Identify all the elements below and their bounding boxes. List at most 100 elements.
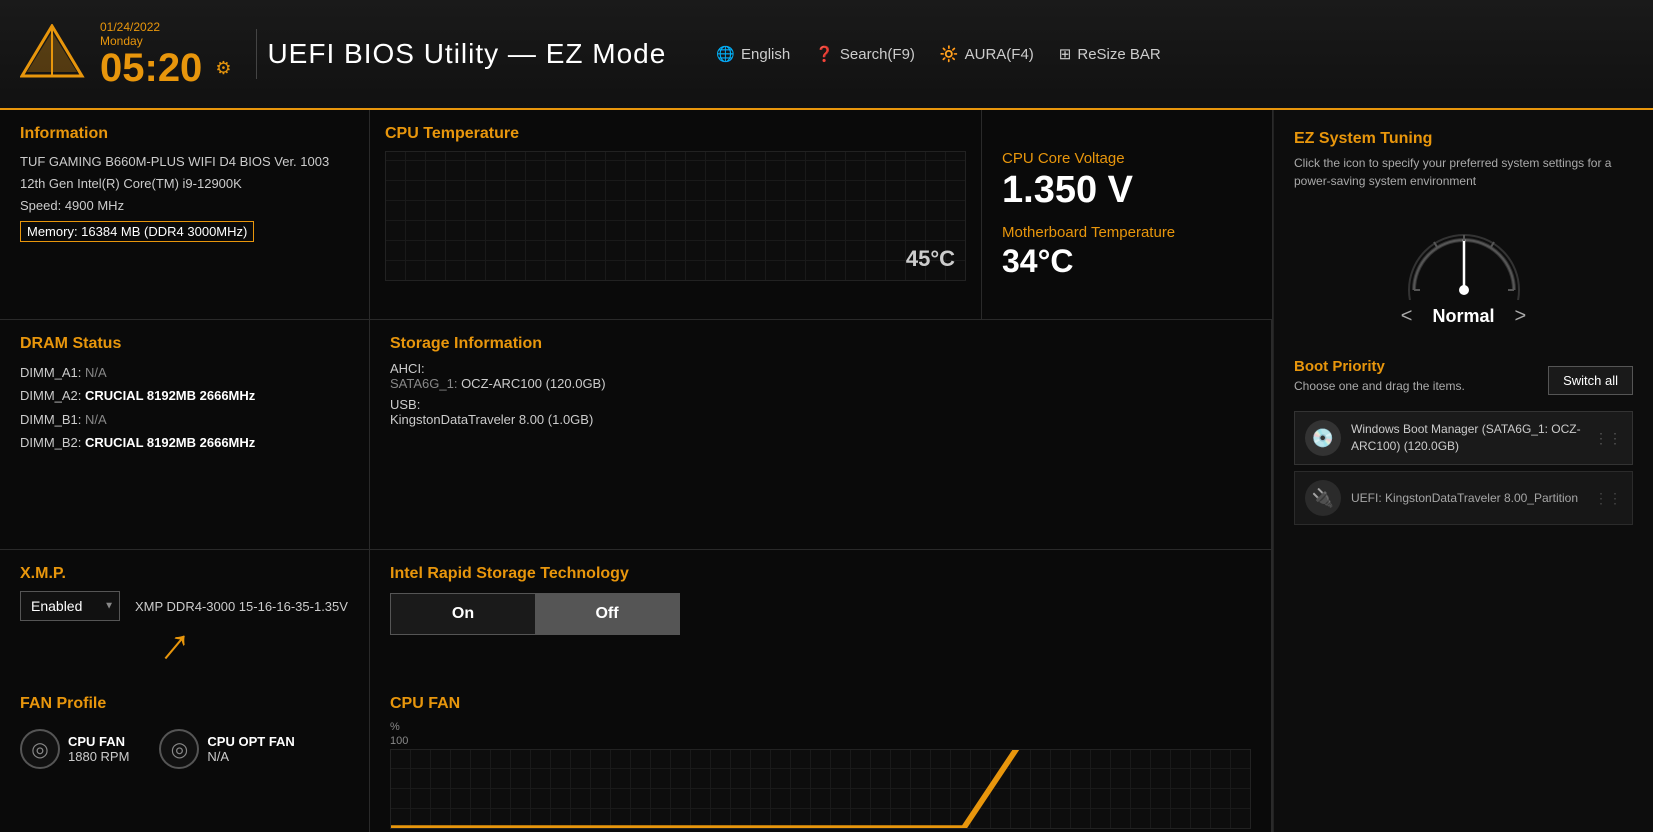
- mb-temp-value: 34°C: [1002, 243, 1252, 280]
- cpu-opt-fan-name: CPU OPT FAN: [207, 734, 294, 749]
- xmp-row: Enabled Disabled XMP DDR4-3000 15-16-16-…: [20, 591, 349, 621]
- cpu-temp-section: CPU Temperature 45°C: [370, 110, 982, 319]
- cpu-fan-icon: ◎: [20, 729, 60, 769]
- cpu-opt-fan-icon: ◎: [159, 729, 199, 769]
- sata-label: SATA6G_1:: [390, 376, 457, 391]
- boot-priority-title: Boot Priority: [1294, 358, 1465, 375]
- info-title: Information: [20, 125, 349, 143]
- boot-item-drag-1: ⋮⋮: [1594, 490, 1622, 507]
- main-content: Information TUF GAMING B660M-PLUS WIFI D…: [0, 110, 1653, 832]
- storage-sata: SATA6G_1: OCZ-ARC100 (120.0GB): [390, 376, 1251, 391]
- fan-profile-title: FAN Profile: [20, 695, 349, 713]
- bottom-row: X.M.P. Enabled Disabled XMP DDR4-3000 15…: [0, 550, 1272, 680]
- xmp-select[interactable]: Enabled Disabled: [20, 591, 120, 621]
- irst-on-button[interactable]: On: [391, 594, 535, 634]
- cpu-fan-y-max: 100: [390, 735, 1251, 747]
- boot-item-text-0: Windows Boot Manager (SATA6G_1: OCZ-ARC1…: [1351, 421, 1584, 455]
- datetime-block: 01/24/2022 Monday 05:20 ⚙: [100, 20, 231, 89]
- sata-value: OCZ-ARC100 (120.0GB): [461, 376, 606, 391]
- boot-title-group: Boot Priority Choose one and drag the it…: [1294, 358, 1465, 403]
- boot-disk-icon-0: 💿: [1305, 420, 1341, 456]
- ez-tuning-title: EZ System Tuning: [1294, 130, 1633, 148]
- aura-label: AURA(F4): [965, 46, 1034, 63]
- storage-usb-value: KingstonDataTraveler 8.00 (1.0GB): [390, 412, 1251, 427]
- gauge-area[interactable]: [1294, 210, 1633, 300]
- xmp-title: X.M.P.: [20, 565, 349, 583]
- aura-icon: 🔆: [940, 45, 959, 63]
- irst-title: Intel Rapid Storage Technology: [390, 565, 1251, 583]
- boot-item-drag-0: ⋮⋮: [1594, 430, 1622, 447]
- cpu-fan-info: CPU FAN 1880 RPM: [68, 734, 129, 764]
- time-display: 05:20: [100, 48, 202, 88]
- left-panel: Information TUF GAMING B660M-PLUS WIFI D…: [0, 110, 1273, 832]
- memory-info-highlight: Memory: 16384 MB (DDR4 3000MHz): [20, 221, 254, 242]
- storage-title: Storage Information: [390, 335, 1251, 353]
- board-info: TUF GAMING B660M-PLUS WIFI D4 BIOS Ver. …: [20, 151, 349, 173]
- fan-items: ◎ CPU FAN 1880 RPM ◎ CPU OPT FAN N/A: [20, 729, 349, 769]
- ez-tuning-section: EZ System Tuning Click the icon to speci…: [1294, 130, 1633, 348]
- xmp-arrow-indicator: ↓: [147, 623, 198, 677]
- speed-info: Speed: 4900 MHz: [20, 195, 349, 217]
- mid-row: DRAM Status DIMM_A1: N/A DIMM_A2: CRUCIA…: [0, 320, 1272, 550]
- header: 01/24/2022 Monday 05:20 ⚙ UEFI BIOS Util…: [0, 0, 1653, 110]
- boot-disk-icon-1: 🔌: [1305, 480, 1341, 516]
- tuning-next-button[interactable]: >: [1515, 305, 1527, 328]
- boot-header-row: Boot Priority Choose one and drag the it…: [1294, 358, 1633, 403]
- resize-icon: ⊞: [1059, 45, 1072, 63]
- boot-priority-desc: Choose one and drag the items.: [1294, 379, 1465, 393]
- fan-row: FAN Profile ◎ CPU FAN 1880 RPM ◎ CPU OPT…: [0, 680, 1272, 832]
- header-divider: [256, 29, 257, 79]
- cpu-opt-fan-rpm: N/A: [207, 749, 294, 764]
- cpu-temp-graph: 45°C: [385, 151, 966, 281]
- tuning-mode-label: Normal: [1432, 306, 1494, 327]
- xmp-profile-desc: XMP DDR4-3000 15-16-16-35-1.35V: [135, 599, 348, 614]
- ez-tuning-desc: Click the icon to specify your preferred…: [1294, 154, 1633, 190]
- top-info-row: Information TUF GAMING B660M-PLUS WIFI D…: [0, 110, 1272, 320]
- xmp-select-wrap[interactable]: Enabled Disabled: [20, 591, 120, 621]
- tuning-prev-button[interactable]: <: [1401, 305, 1413, 328]
- header-nav: 🌐 English ❓ Search(F9) 🔆 AURA(F4) ⊞ ReSi…: [716, 45, 1160, 63]
- irst-section: Intel Rapid Storage Technology On Off: [370, 550, 1272, 680]
- cpu-temp-title: CPU Temperature: [385, 125, 966, 143]
- cpu-opt-fan-info: CPU OPT FAN N/A: [207, 734, 294, 764]
- cpu-opt-fan-item: ◎ CPU OPT FAN N/A: [159, 729, 294, 769]
- globe-icon: 🌐: [716, 45, 735, 63]
- date-display: 01/24/2022: [100, 20, 231, 34]
- switch-all-button[interactable]: Switch all: [1548, 366, 1633, 395]
- dram-b1: DIMM_B1: N/A: [20, 408, 349, 431]
- dram-a2: DIMM_A2: CRUCIAL 8192MB 2666MHz: [20, 384, 349, 407]
- cpu-fan-name: CPU FAN: [68, 734, 129, 749]
- settings-icon[interactable]: ⚙: [215, 58, 231, 79]
- cpu-voltage-value: 1.350 V: [1002, 169, 1252, 212]
- storage-usb-label: USB:: [390, 397, 1251, 412]
- resize-bar-button[interactable]: ⊞ ReSize BAR: [1059, 45, 1161, 63]
- cpu-voltage-title: CPU Core Voltage: [1002, 150, 1252, 167]
- cpu-fan-rpm: 1880 RPM: [68, 749, 129, 764]
- cpu-fan-item: ◎ CPU FAN 1880 RPM: [20, 729, 129, 769]
- cpu-temp-value: 45°C: [906, 246, 955, 272]
- language-selector[interactable]: 🌐 English: [716, 45, 790, 63]
- cpu-fan-chart: [390, 749, 1251, 829]
- storage-ahci-label: AHCI:: [390, 361, 1251, 376]
- boot-item-text-1: UEFI: KingstonDataTraveler 8.00_Partitio…: [1351, 490, 1584, 507]
- dram-a1: DIMM_A1: N/A: [20, 361, 349, 384]
- storage-section: Storage Information AHCI: SATA6G_1: OCZ-…: [370, 320, 1272, 549]
- right-panel: EZ System Tuning Click the icon to speci…: [1273, 110, 1653, 832]
- cpu-info: 12th Gen Intel(R) Core(TM) i9-12900K: [20, 173, 349, 195]
- irst-off-button[interactable]: Off: [535, 594, 679, 634]
- cpu-fan-section: CPU FAN % 100: [370, 680, 1272, 832]
- fan-profile-section: FAN Profile ◎ CPU FAN 1880 RPM ◎ CPU OPT…: [0, 680, 370, 832]
- tuning-nav: < Normal >: [1294, 305, 1633, 328]
- language-label: English: [741, 46, 790, 63]
- aura-button[interactable]: 🔆 AURA(F4): [940, 45, 1034, 63]
- cpu-fan-title: CPU FAN: [390, 695, 1251, 713]
- dram-title: DRAM Status: [20, 335, 349, 353]
- search-button[interactable]: ❓ Search(F9): [815, 45, 915, 63]
- boot-item-1[interactable]: 🔌 UEFI: KingstonDataTraveler 8.00_Partit…: [1294, 471, 1633, 525]
- irst-toggle[interactable]: On Off: [390, 593, 680, 635]
- boot-priority-section: Boot Priority Choose one and drag the it…: [1294, 358, 1633, 531]
- search-label: Search(F9): [840, 46, 915, 63]
- boot-item-0[interactable]: 💿 Windows Boot Manager (SATA6G_1: OCZ-AR…: [1294, 411, 1633, 465]
- system-info-section: Information TUF GAMING B660M-PLUS WIFI D…: [0, 110, 370, 319]
- tuning-gauge[interactable]: [1394, 210, 1534, 300]
